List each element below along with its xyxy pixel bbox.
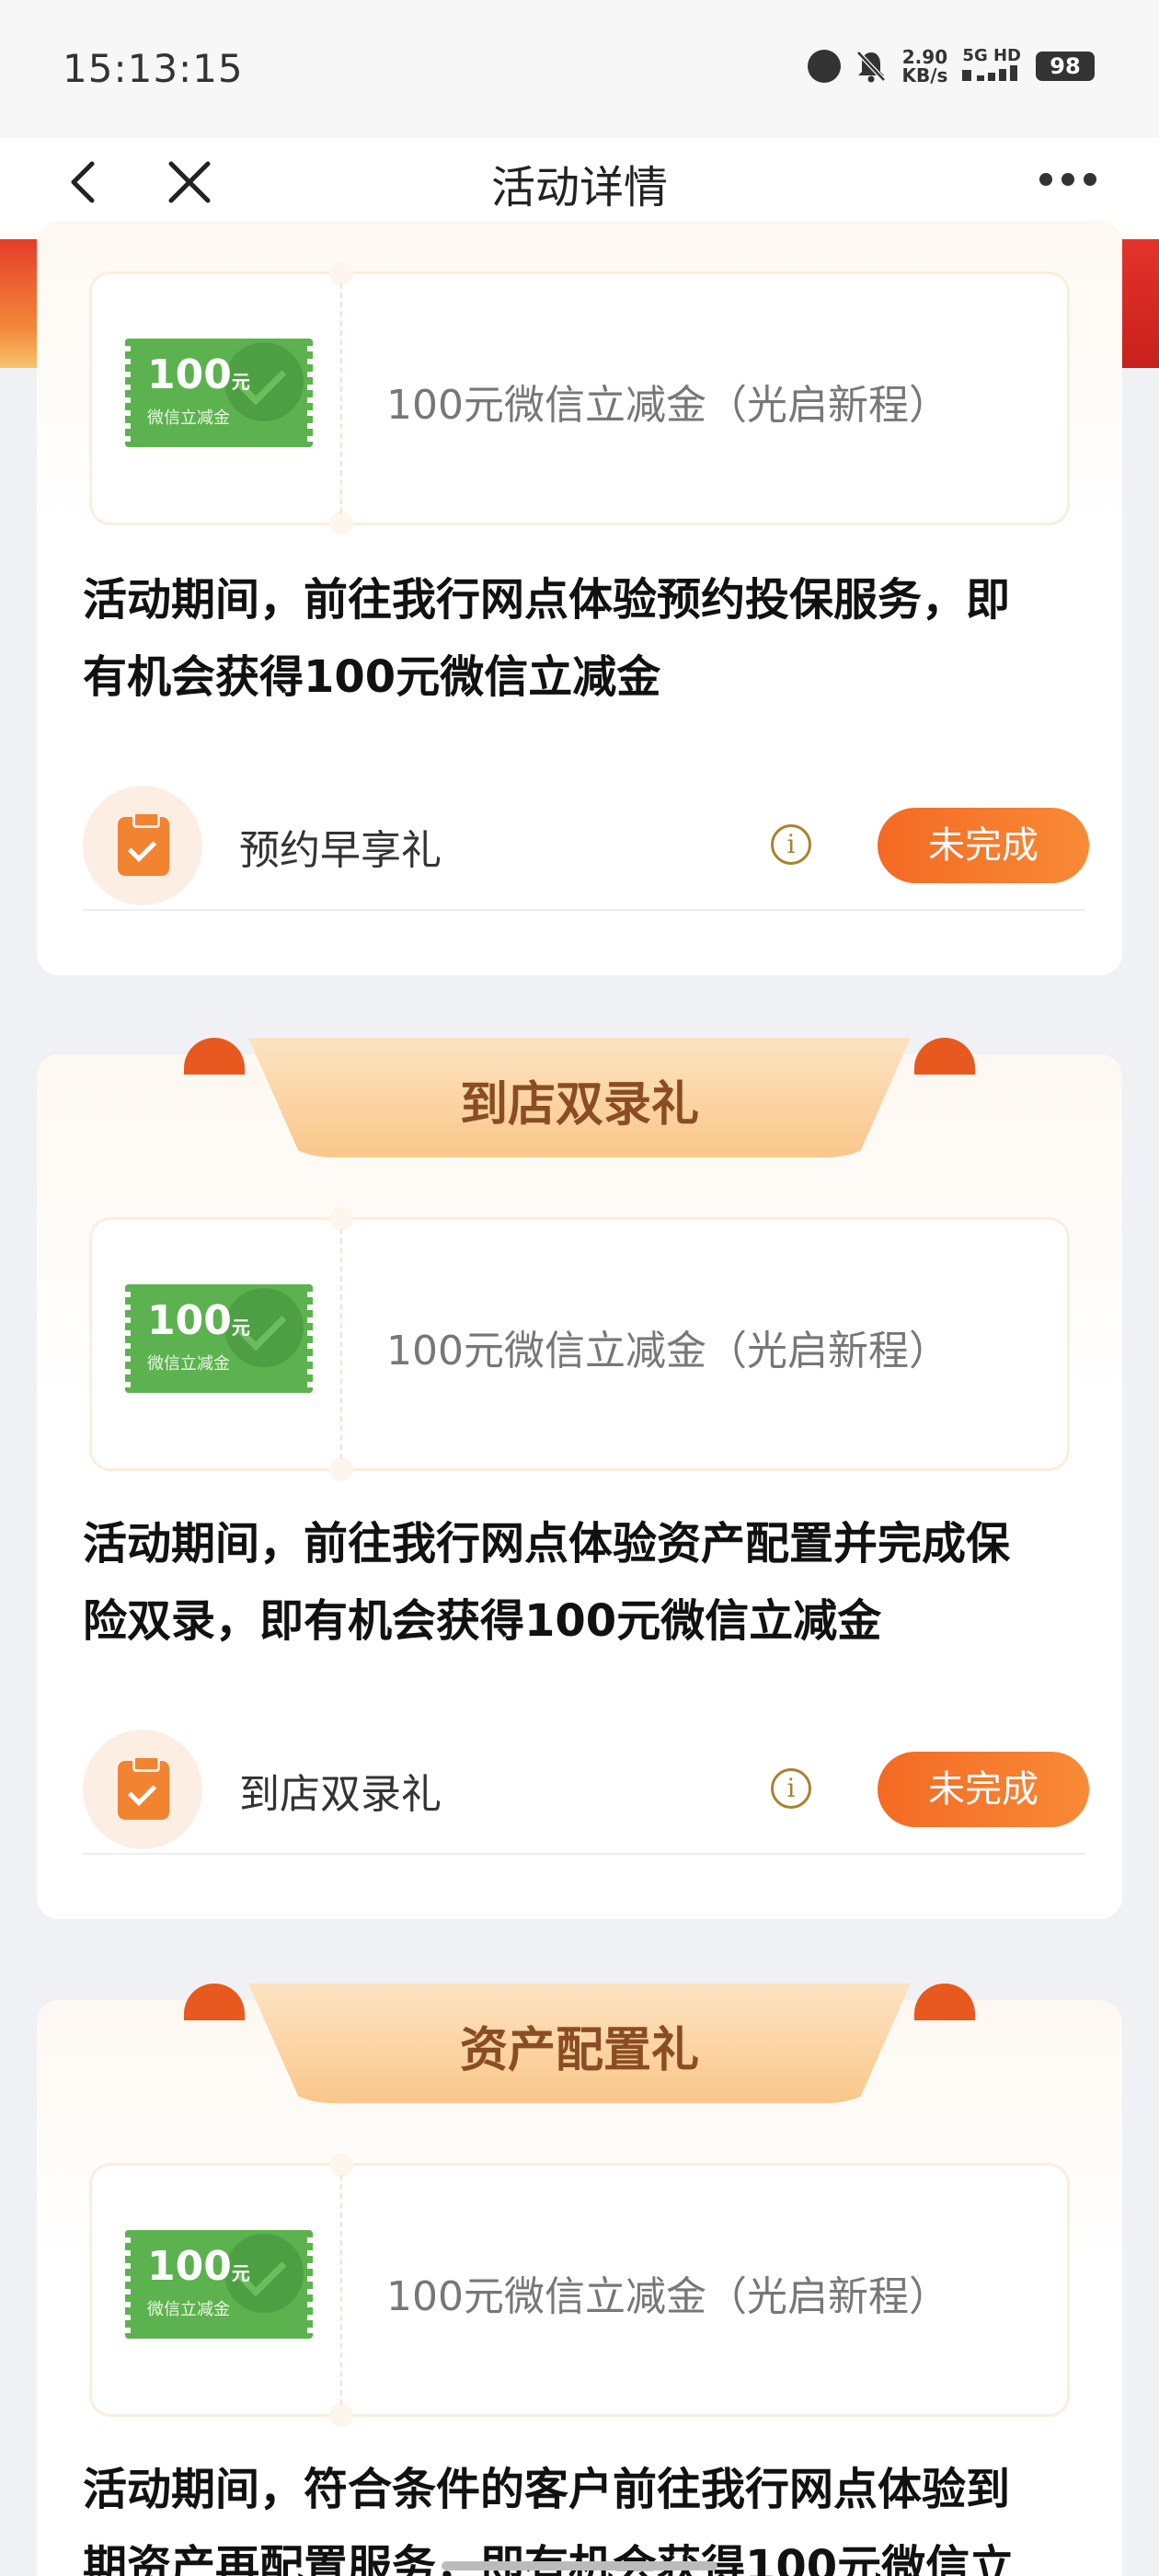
task-status-button[interactable]: 未完成	[878, 808, 1089, 883]
section-title-tab: 资产配置礼	[248, 1984, 911, 2103]
section-title: 到店双录礼	[459, 1077, 699, 1133]
coupon-card: 100元 微信立减金 100元微信立减金（光启新程）	[92, 2153, 1067, 2427]
background-decoration-left	[0, 239, 37, 368]
section-title: 资产配置礼	[459, 2023, 699, 2078]
mute-bell-icon	[856, 51, 887, 83]
coupon-title: 100元微信立减金（光启新程）	[386, 382, 949, 429]
alarm-icon	[808, 50, 842, 83]
signal-indicator: 5G HD	[962, 48, 1021, 85]
activity-description: 活动期间，前往我行网点体验资产配置并完成保 险双录，即有机会获得100元微信立减…	[83, 1518, 1011, 1647]
home-indicator	[442, 2561, 717, 2570]
status-bar: 15:13:15 2.90 KB/s 5G HD 98	[0, 0, 1159, 138]
activity-description: 活动期间，前往我行网点体验预约投保服务，即 有机会获得100元微信立减金	[83, 574, 1011, 703]
reward-card-1: 100元 微信立减金 100元微信立减金（光启新程） 活动期间，前往我行网点体验…	[37, 221, 1122, 975]
reward-card-2: 到店双录礼 100元 微信立减金 100元微信立减金（光启新程） 活动期间，前往…	[37, 1038, 1122, 1919]
task-label: 到店双录礼	[239, 1771, 442, 1818]
background-decoration-right	[1122, 239, 1159, 368]
more-menu-icon[interactable]	[1039, 166, 1104, 193]
clipboard-check-icon	[83, 1730, 202, 1849]
activity-description: 活动期间，符合条件的客户前往我行网点体验到 期资产再配置服务，即有机会获得100…	[83, 2464, 1015, 2576]
reward-card-3: 资产配置礼 100元 微信立减金 100元微信立减金（光启新程） 活动期间，符合…	[37, 1984, 1122, 2576]
task-label: 预约早享礼	[239, 827, 442, 874]
status-icons: 2.90 KB/s 5G HD 98	[808, 48, 1095, 85]
signal-bars-icon	[962, 65, 1018, 81]
voucher-badge: 100元 微信立减金	[125, 339, 313, 447]
net-speed: 2.90 KB/s	[901, 46, 948, 86]
task-status-button[interactable]: 未完成	[878, 1752, 1089, 1827]
coupon-title: 100元微信立减金（光启新程）	[386, 2273, 949, 2320]
voucher-badge: 100元 微信立减金	[125, 2230, 313, 2339]
task-row: 预约早享礼 i 未完成	[83, 782, 1089, 911]
info-icon[interactable]: i	[771, 824, 811, 865]
status-time: 15:13:15	[63, 46, 244, 91]
coupon-card: 100元 微信立减金 100元微信立减金（光启新程）	[92, 1207, 1067, 1481]
coupon-title: 100元微信立减金（光启新程）	[386, 1328, 949, 1374]
section-title-tab: 到店双录礼	[248, 1038, 911, 1157]
coupon-card: 100元 微信立减金 100元微信立减金（光启新程）	[92, 261, 1067, 535]
clipboard-check-icon	[83, 786, 202, 905]
page-title: 活动详情	[490, 162, 668, 213]
task-row: 到店双录礼 i 未完成	[83, 1726, 1089, 1855]
info-icon[interactable]: i	[771, 1768, 811, 1809]
voucher-badge: 100元 微信立减金	[125, 1284, 313, 1393]
battery-indicator: 98	[1036, 52, 1095, 81]
